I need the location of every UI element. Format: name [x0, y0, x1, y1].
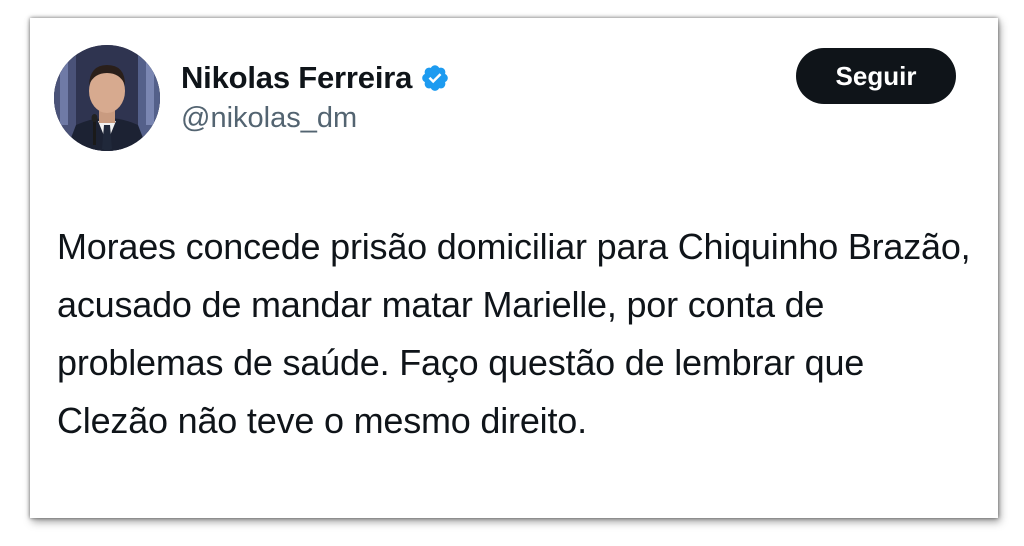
- avatar[interactable]: [54, 45, 160, 151]
- verified-badge-icon: [422, 65, 448, 91]
- tweet-text: Moraes concede prisão domiciliar para Ch…: [57, 226, 971, 441]
- tweet-card: Nikolas Ferreira @nikolas_dm Seguir Mora…: [30, 18, 998, 518]
- author-name-row: Nikolas Ferreira: [181, 58, 450, 98]
- author-handle[interactable]: @nikolas_dm: [181, 102, 357, 135]
- follow-button[interactable]: Seguir: [796, 48, 956, 104]
- author-name[interactable]: Nikolas Ferreira: [181, 60, 412, 96]
- avatar-image: [54, 45, 160, 151]
